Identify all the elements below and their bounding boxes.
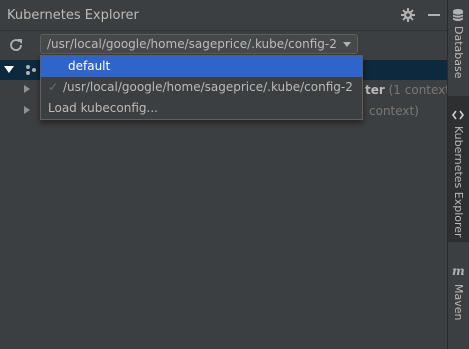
dropdown-option-config-2[interactable]: ✓ /usr/local/google/home/sageprice/.kube… [41,77,362,98]
kubeconfig-combobox[interactable]: /usr/local/google/home/sageprice/.kube/c… [40,34,358,54]
side-tab-label: Kubernetes Explorer [452,126,465,238]
expand-arrow-icon[interactable] [4,66,14,73]
option-label: /usr/local/google/home/sageprice/.kube/c… [63,80,353,94]
side-tab-label: Database [452,26,465,79]
maven-icon: m [452,264,465,278]
side-tab-maven[interactable]: m Maven [448,262,469,326]
side-tab-database[interactable]: Database [448,4,469,88]
collapsed-arrow-icon[interactable] [24,106,30,114]
row-tail-text: ter (1 context [365,83,450,97]
kubeconfig-selected-value: /usr/local/google/home/sageprice/.kube/c… [47,37,337,51]
minimize-icon[interactable] [426,7,442,23]
checkmark-icon: ✓ [48,80,59,94]
cluster-name-fragment: ter [365,83,385,97]
kubernetes-explorer-window: Kubernetes Explorer /usr/local/google/ho… [0,0,469,349]
option-label: Load kubeconfig... [48,101,158,115]
database-icon [452,9,464,21]
side-tab-kubernetes-explorer[interactable]: Kubernetes Explorer [448,96,469,242]
cluster-icon [26,65,36,75]
right-tool-strip: Database Kubernetes Explorer m Maven [447,0,469,349]
row-tail-text: context) [369,104,419,118]
tool-window-title: Kubernetes Explorer [7,8,139,23]
option-label: default [68,59,111,73]
kubernetes-icon [452,110,464,120]
collapsed-arrow-icon[interactable] [24,85,30,93]
side-tab-label: Maven [452,284,465,321]
context-count: context) [369,104,419,118]
tool-window-header: Kubernetes Explorer [0,0,447,31]
kubeconfig-dropdown-list: default ✓ /usr/local/google/home/sagepri… [40,55,363,120]
dropdown-option-default[interactable]: default [41,56,362,77]
gear-icon[interactable] [400,7,416,23]
chevron-down-icon[interactable] [343,42,351,47]
context-count: (1 context [388,83,450,97]
dropdown-option-load-kubeconfig[interactable]: Load kubeconfig... [41,98,362,119]
refresh-icon[interactable] [8,37,24,53]
